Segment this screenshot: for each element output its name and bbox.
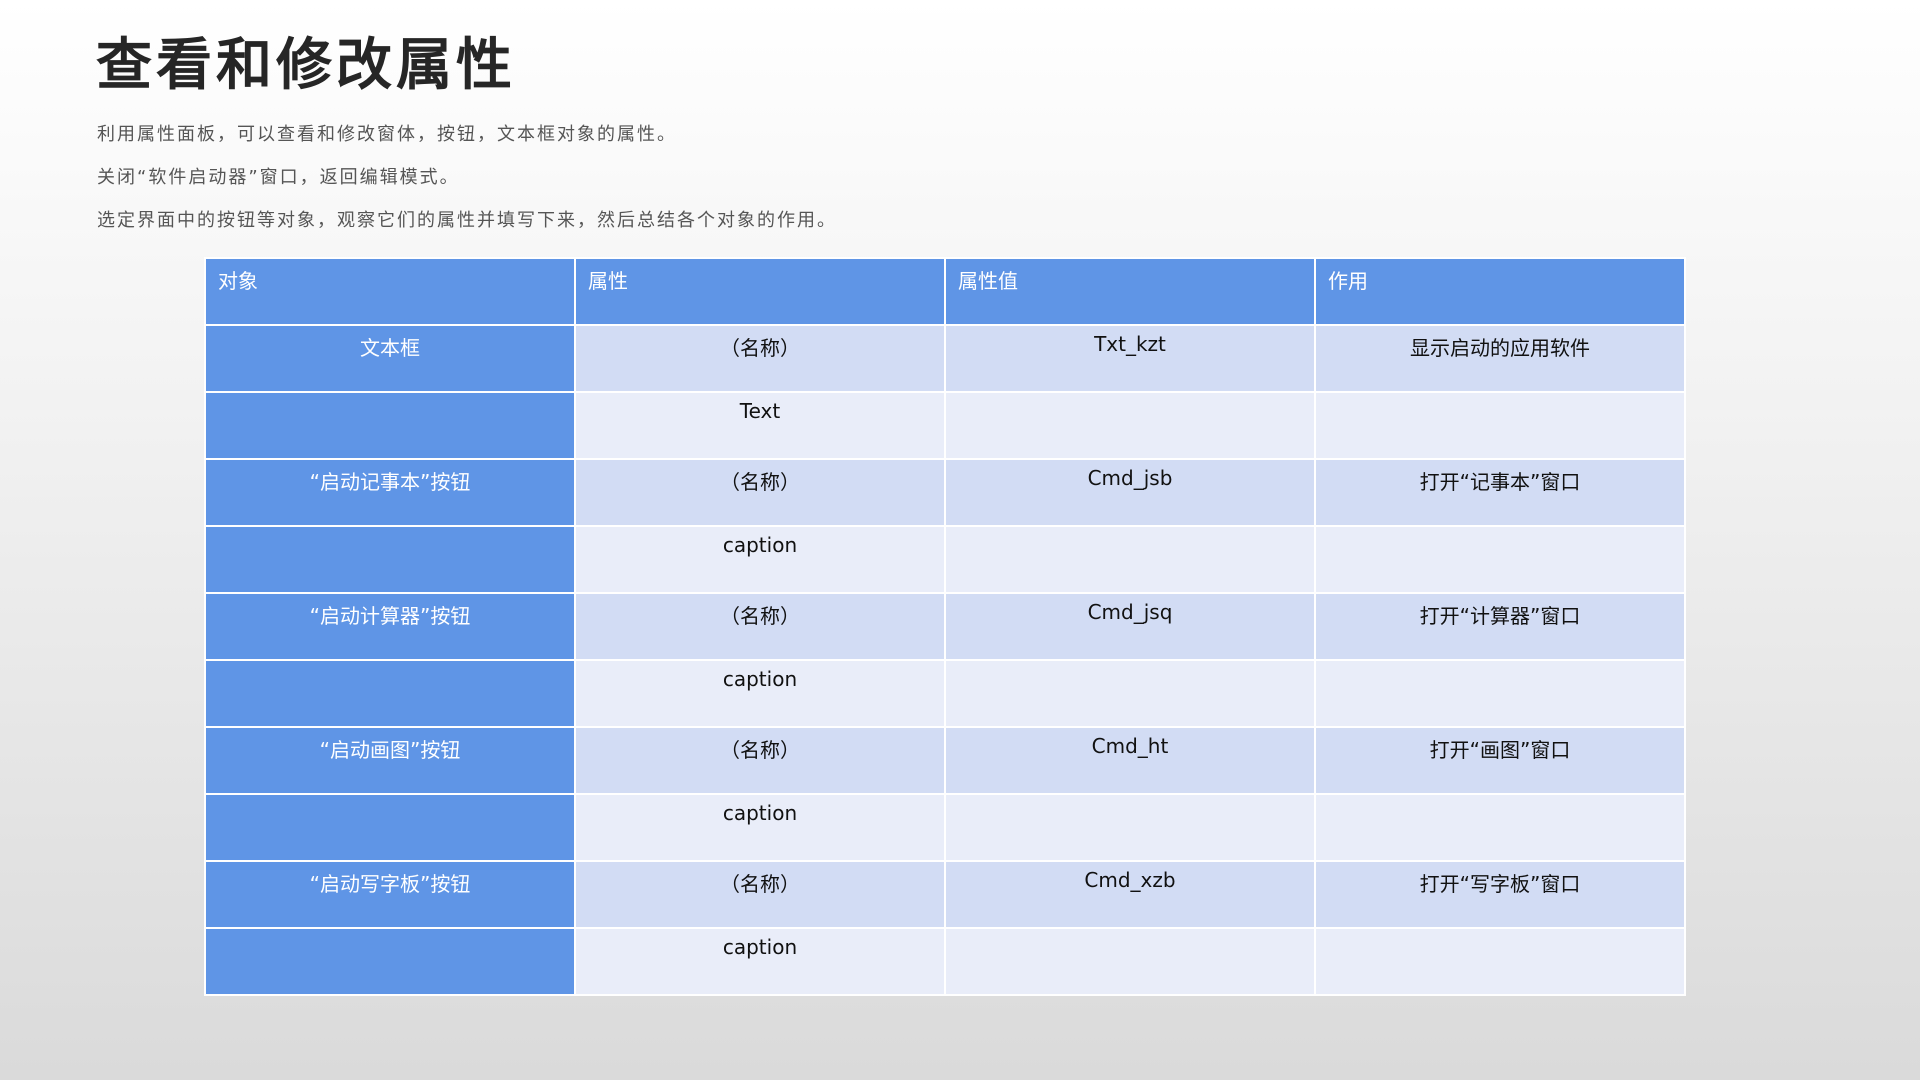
table-row: 文本框 （名称） Txt_kzt 显示启动的应用软件 xyxy=(204,324,1686,393)
column-header-purpose: 作用 xyxy=(1314,257,1686,326)
instruction-list: 利用属性面板，可以查看和修改窗体，按钮，文本框对象的属性。 关闭“软件启动器”窗… xyxy=(97,118,837,247)
table-row: “启动画图”按钮 （名称） Cmd_ht 打开“画图”窗口 xyxy=(204,726,1686,795)
purpose-cell: 显示启动的应用软件 xyxy=(1314,324,1686,393)
value-cell xyxy=(944,927,1316,996)
value-cell xyxy=(944,659,1316,728)
purpose-cell xyxy=(1314,927,1686,996)
column-header-object: 对象 xyxy=(204,257,576,326)
purpose-cell xyxy=(1314,793,1686,862)
property-table: 对象 属性 属性值 作用 文本框 （名称） Txt_kzt 显示启动的应用软件 … xyxy=(204,257,1686,996)
property-cell: （名称） xyxy=(574,860,946,929)
table-row: caption xyxy=(204,659,1686,728)
table-header-row: 对象 属性 属性值 作用 xyxy=(204,257,1686,326)
object-cell: “启动画图”按钮 xyxy=(204,726,576,795)
object-cell xyxy=(204,525,576,594)
instruction-line: 关闭“软件启动器”窗口，返回编辑模式。 xyxy=(97,167,460,188)
purpose-cell: 打开“计算器”窗口 xyxy=(1314,592,1686,661)
value-cell xyxy=(944,793,1316,862)
property-cell: （名称） xyxy=(574,458,946,527)
column-header-property: 属性 xyxy=(574,257,946,326)
value-cell: Cmd_xzb xyxy=(944,860,1316,929)
instruction-line: 选定界面中的按钮等对象，观察它们的属性并填写下来，然后总结各个对象的作用。 xyxy=(97,210,837,231)
object-cell: 文本框 xyxy=(204,324,576,393)
purpose-cell: 打开“记事本”窗口 xyxy=(1314,458,1686,527)
purpose-cell: 打开“写字板”窗口 xyxy=(1314,860,1686,929)
value-cell xyxy=(944,525,1316,594)
value-cell: Cmd_ht xyxy=(944,726,1316,795)
table-row: “启动记事本”按钮 （名称） Cmd_jsb 打开“记事本”窗口 xyxy=(204,458,1686,527)
property-cell: caption xyxy=(574,659,946,728)
column-header-value: 属性值 xyxy=(944,257,1316,326)
object-cell: “启动记事本”按钮 xyxy=(204,458,576,527)
object-cell xyxy=(204,793,576,862)
value-cell: Txt_kzt xyxy=(944,324,1316,393)
table-row: “启动计算器”按钮 （名称） Cmd_jsq 打开“计算器”窗口 xyxy=(204,592,1686,661)
table-row: caption xyxy=(204,927,1686,996)
purpose-cell xyxy=(1314,391,1686,460)
property-cell: （名称） xyxy=(574,726,946,795)
purpose-cell: 打开“画图”窗口 xyxy=(1314,726,1686,795)
purpose-cell xyxy=(1314,525,1686,594)
table-row: “启动写字板”按钮 （名称） Cmd_xzb 打开“写字板”窗口 xyxy=(204,860,1686,929)
object-cell xyxy=(204,659,576,728)
purpose-cell xyxy=(1314,659,1686,728)
object-cell xyxy=(204,391,576,460)
object-cell: “启动写字板”按钮 xyxy=(204,860,576,929)
table-row: caption xyxy=(204,793,1686,862)
object-cell: “启动计算器”按钮 xyxy=(204,592,576,661)
value-cell: Cmd_jsq xyxy=(944,592,1316,661)
value-cell xyxy=(944,391,1316,460)
table-row: Text xyxy=(204,391,1686,460)
property-cell: Text xyxy=(574,391,946,460)
value-cell: Cmd_jsb xyxy=(944,458,1316,527)
property-cell: caption xyxy=(574,793,946,862)
instruction-line: 利用属性面板，可以查看和修改窗体，按钮，文本框对象的属性。 xyxy=(97,124,677,145)
page-title: 查看和修改属性 xyxy=(96,33,516,98)
property-cell: （名称） xyxy=(574,324,946,393)
property-cell: caption xyxy=(574,927,946,996)
table-row: caption xyxy=(204,525,1686,594)
object-cell xyxy=(204,927,576,996)
property-cell: caption xyxy=(574,525,946,594)
property-cell: （名称） xyxy=(574,592,946,661)
